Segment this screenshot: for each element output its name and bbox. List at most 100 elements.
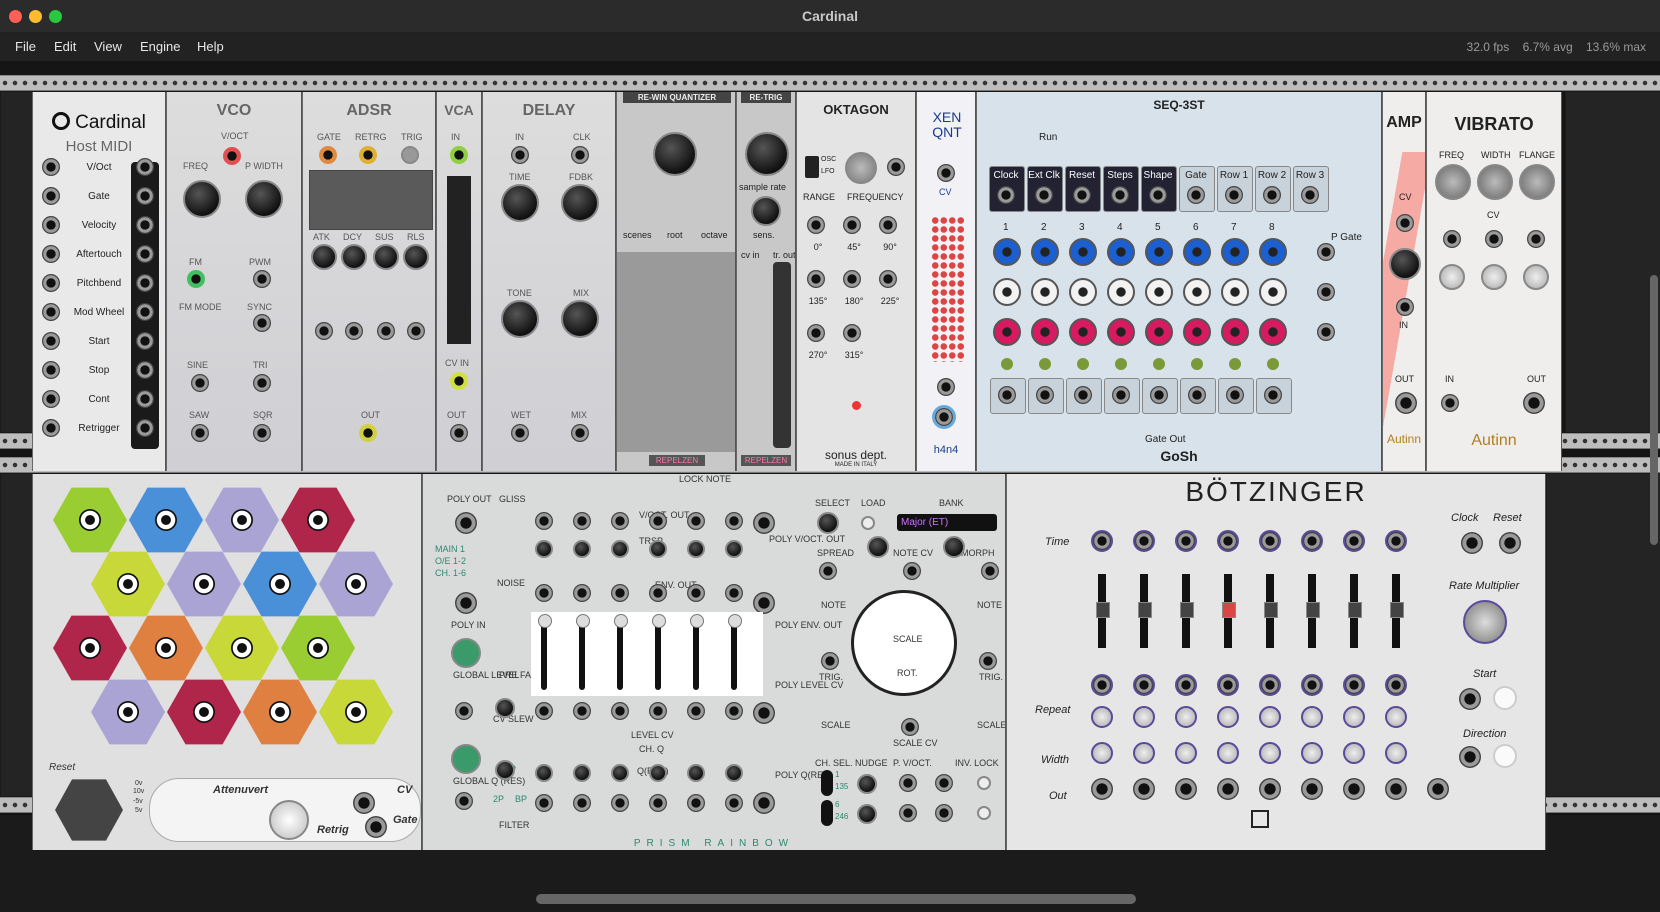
phase-output-jack[interactable] [807, 324, 825, 342]
hex-jack[interactable] [269, 701, 291, 723]
row-output-jack[interactable] [1317, 323, 1335, 341]
repeat-knob[interactable] [1175, 706, 1197, 728]
lock-jack[interactable] [935, 804, 953, 822]
step-knob[interactable] [1031, 318, 1059, 346]
hex-jack[interactable] [307, 509, 329, 531]
quantizer-main-knob[interactable] [653, 132, 697, 176]
poly-q-jack[interactable] [753, 792, 775, 814]
sync-input-jack[interactable] [253, 314, 271, 332]
repeat-cv-jack[interactable] [1091, 674, 1113, 696]
start-button[interactable] [1493, 686, 1517, 710]
menu-file[interactable]: File [15, 39, 36, 54]
delay-in-jack[interactable] [511, 146, 529, 164]
xen-output-jack[interactable] [937, 378, 955, 396]
step-knob[interactable] [1107, 278, 1135, 306]
vertical-scrollbar[interactable] [1650, 275, 1658, 545]
seq-control-jack[interactable] [1111, 186, 1129, 204]
midi-input-jack[interactable] [42, 361, 60, 379]
level-fader[interactable] [693, 618, 699, 690]
gate-out-jack[interactable] [1226, 386, 1244, 404]
wet-output-jack[interactable] [511, 424, 529, 442]
nudge-knob[interactable] [857, 804, 877, 824]
q-cv-jack[interactable] [535, 794, 553, 812]
repeat-cv-jack[interactable] [1259, 674, 1281, 696]
q-cv-jack[interactable] [611, 794, 629, 812]
module-botzinger[interactable]: BÖTZINGER Time Repeat Width Out Clock Re… [1006, 474, 1546, 850]
step-knob[interactable] [1069, 278, 1097, 306]
cv-input-jack[interactable] [353, 792, 375, 814]
xen-trigger-button[interactable] [935, 408, 953, 426]
module-vco[interactable]: VCO V/OCT FREQ P WIDTH FM PWM FM MODE SY… [166, 92, 302, 471]
vibrato-in-jack[interactable] [1441, 394, 1459, 412]
hex-jack[interactable] [307, 637, 329, 659]
morph-cv-jack[interactable] [981, 562, 999, 580]
voct-out-jack[interactable] [611, 512, 629, 530]
step-knob[interactable] [993, 238, 1021, 266]
step-knob[interactable] [1107, 318, 1135, 346]
decay-knob[interactable] [341, 244, 367, 270]
midi-input-jack[interactable] [42, 158, 60, 176]
midi-input-jack[interactable] [42, 303, 60, 321]
level-fader-handle[interactable] [614, 614, 628, 628]
seq-control-jack[interactable] [1149, 186, 1167, 204]
sqr-output-jack[interactable] [253, 424, 271, 442]
time-slider-handle[interactable] [1096, 602, 1110, 618]
voct-input-jack[interactable] [223, 147, 241, 165]
step-knob[interactable] [1183, 278, 1211, 306]
delay-clk-jack[interactable] [571, 146, 589, 164]
vibrato-freq-atten-knob[interactable] [1439, 264, 1465, 290]
reset-hex[interactable] [55, 779, 123, 841]
gate-input-jack[interactable] [319, 146, 337, 164]
spread-cv-jack[interactable] [819, 562, 837, 580]
step-out-jack[interactable] [1175, 778, 1197, 800]
module-oktagon[interactable]: OKTAGON OSC LFO RANGE FREQUENCY 0° 45° 9… [796, 92, 916, 471]
tone-knob[interactable] [501, 300, 539, 338]
step-knob[interactable] [1145, 318, 1173, 346]
bank-display[interactable]: Major (ET) [897, 514, 997, 531]
width-knob[interactable] [1259, 742, 1281, 764]
step-knob[interactable] [1145, 278, 1173, 306]
step-out-jack[interactable] [1385, 778, 1407, 800]
module-quantizer[interactable]: RE-WIN QUANTIZER scenes root octave REPE… [616, 92, 736, 471]
step-knob[interactable] [1069, 318, 1097, 346]
midi-input-jack[interactable] [42, 274, 60, 292]
hex-jack[interactable] [231, 509, 253, 531]
gate-out-jack[interactable] [1036, 386, 1054, 404]
step-knob[interactable] [1107, 238, 1135, 266]
time-slider-handle[interactable] [1138, 602, 1152, 618]
step-knob[interactable] [1259, 238, 1287, 266]
scale-cv-jack[interactable] [901, 718, 919, 736]
voct-out-jack[interactable] [649, 512, 667, 530]
step-knob[interactable] [1221, 318, 1249, 346]
nudge-knob[interactable] [857, 774, 877, 794]
module-xenqnt[interactable]: XEN QNT CV h4n4 [916, 92, 976, 471]
midi-input-jack[interactable] [42, 245, 60, 263]
level-cv-jack[interactable] [573, 702, 591, 720]
voct-out-jack[interactable] [535, 512, 553, 530]
tri-output-jack[interactable] [253, 374, 271, 392]
frequency-knob[interactable] [845, 152, 877, 184]
step-knob[interactable] [1069, 238, 1097, 266]
osc-lfo-switch[interactable] [805, 156, 819, 178]
rate-multiplier-knob[interactable] [1463, 600, 1507, 644]
row-output-jack[interactable] [1317, 283, 1335, 301]
repeat-cv-jack[interactable] [1175, 674, 1197, 696]
q-knob[interactable] [687, 764, 705, 782]
vibrato-freq-knob[interactable] [1435, 164, 1471, 200]
time-cv-jack[interactable] [1133, 530, 1155, 552]
level-fader[interactable] [579, 618, 585, 690]
width-knob[interactable] [1343, 742, 1365, 764]
q-cv-jack[interactable] [649, 794, 667, 812]
hex-jack[interactable] [193, 701, 215, 723]
level-cv-jack[interactable] [687, 702, 705, 720]
sens-knob[interactable] [751, 196, 781, 226]
seq-control-jack[interactable] [997, 186, 1015, 204]
freq-knob[interactable] [183, 180, 221, 218]
horizontal-scrollbar[interactable] [536, 894, 1136, 904]
vibrato-width-knob[interactable] [1477, 164, 1513, 200]
width-knob[interactable] [1301, 742, 1323, 764]
transpose-knob[interactable] [649, 540, 667, 558]
pwidth-knob[interactable] [245, 180, 283, 218]
hex-jack[interactable] [79, 637, 101, 659]
width-knob[interactable] [1133, 742, 1155, 764]
